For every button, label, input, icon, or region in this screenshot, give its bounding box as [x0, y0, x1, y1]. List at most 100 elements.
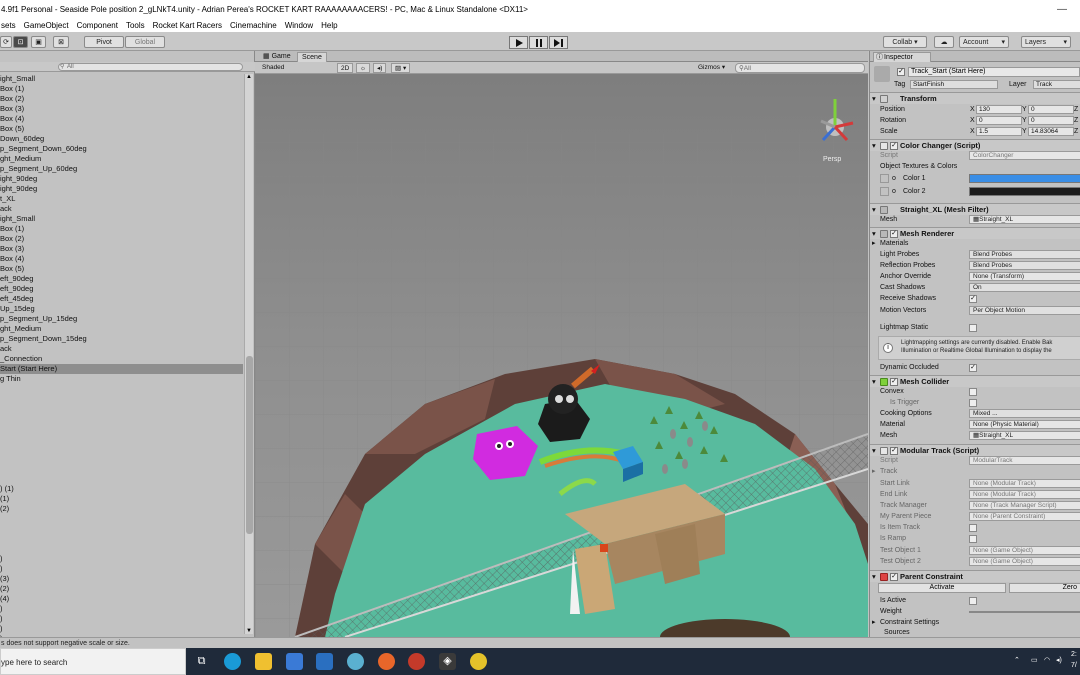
parent-constraint-enabled-checkbox[interactable]: ✓ — [890, 573, 898, 581]
transform-tool-icon[interactable]: ⊠ — [53, 36, 69, 48]
position-x-field[interactable]: 130 — [976, 105, 1022, 114]
hierarchy-item[interactable]: eft_45deg — [0, 294, 243, 304]
menu-cinemachine[interactable]: Cinemachine — [226, 21, 281, 30]
task-view-icon[interactable]: ⧉ — [193, 653, 210, 670]
weight-slider[interactable] — [969, 611, 1080, 613]
effects-toggle-icon[interactable]: ▨ ▾ — [391, 63, 411, 73]
is-active-checkbox[interactable] — [969, 597, 977, 605]
rotate-tool-icon[interactable]: ⟳ — [0, 36, 12, 48]
start-link-field[interactable]: None (Modular Track) — [969, 479, 1080, 488]
active-checkbox[interactable]: ✓ — [897, 68, 905, 76]
hierarchy-item[interactable]: eft_90deg — [0, 284, 243, 294]
scale-tool-icon[interactable]: ⊡ — [13, 36, 28, 48]
layers-dropdown[interactable]: Layers ▾ — [1021, 36, 1071, 48]
persp-label[interactable]: Persp — [823, 156, 841, 163]
chrome-icon[interactable] — [470, 653, 487, 670]
motion-vectors-dropdown[interactable]: Per Object Motion — [969, 306, 1080, 315]
hierarchy-item[interactable]: p_Segment_Down_15deg — [0, 334, 243, 344]
menu-component[interactable]: Component — [73, 21, 122, 30]
account-dropdown[interactable]: Account ▾ — [959, 36, 1009, 48]
color1-swatch[interactable] — [969, 174, 1080, 183]
hierarchy-item[interactable]: ) — [0, 604, 243, 614]
scene-viewport[interactable]: Persp — [255, 74, 868, 637]
transform-header[interactable]: ▾ Transform — [870, 92, 1080, 104]
hierarchy-item[interactable]: ight_Small — [0, 214, 243, 224]
hierarchy-item[interactable]: p_Segment_Up_60deg — [0, 164, 243, 174]
step-button[interactable] — [549, 36, 568, 49]
is-ramp-checkbox[interactable] — [969, 535, 977, 543]
menu-window[interactable]: Window — [281, 21, 317, 30]
wifi-icon[interactable]: ◠ — [1044, 656, 1050, 664]
lightmap-static-checkbox[interactable] — [969, 324, 977, 332]
hierarchy-item[interactable]: (3) — [0, 574, 243, 584]
menu-gameobject[interactable]: GameObject — [20, 21, 73, 30]
hierarchy-item[interactable]: Start (Start Here) — [0, 364, 243, 374]
light-probes-dropdown[interactable]: Blend Probes — [969, 250, 1080, 259]
hierarchy-item[interactable]: Down_60deg — [0, 134, 243, 144]
hierarchy-item[interactable] — [0, 434, 243, 444]
tab-inspector[interactable]: ⓘ Inspector — [873, 52, 931, 62]
zero-button[interactable]: Zero — [1009, 583, 1080, 593]
cloud-icon[interactable]: ☁ — [934, 36, 954, 48]
file-explorer-icon[interactable] — [255, 653, 272, 670]
store-icon[interactable] — [286, 653, 303, 670]
global-toggle[interactable]: Global — [125, 36, 165, 48]
collab-dropdown[interactable]: Collab ▾ — [883, 36, 927, 48]
cooking-options-dropdown[interactable]: Mixed ... — [969, 409, 1080, 418]
hierarchy-item[interactable]: eft_90deg — [0, 274, 243, 284]
activate-button[interactable]: Activate — [878, 583, 1006, 593]
hierarchy-item[interactable]: Box (1) — [0, 84, 243, 94]
color2-swatch[interactable] — [969, 187, 1080, 196]
hierarchy-item[interactable] — [0, 444, 243, 454]
hierarchy-item[interactable] — [0, 544, 243, 554]
scale-x-field[interactable]: 1.5 — [976, 127, 1022, 136]
hierarchy-item[interactable]: g Thin — [0, 374, 243, 384]
clock-date[interactable]: 7/ — [1071, 662, 1077, 669]
test-object-1-field[interactable]: None (Game Object) — [969, 546, 1080, 555]
hierarchy-item[interactable]: ght_Medium — [0, 324, 243, 334]
gizmos-dropdown[interactable]: Gizmos ▾ — [695, 63, 728, 73]
layer-dropdown[interactable]: Track — [1033, 80, 1080, 89]
scale-y-field[interactable]: 14.83064 — [1028, 127, 1074, 136]
track-row[interactable]: ▸ Track — [870, 466, 1080, 477]
hierarchy-search-input[interactable]: ⚲ All — [58, 63, 243, 71]
hierarchy-item[interactable]: Box (1) — [0, 224, 243, 234]
track-manager-field[interactable]: None (Track Manager Script) — [969, 501, 1080, 510]
audio-toggle-icon[interactable]: ◂) — [373, 63, 387, 73]
color-changer-enabled-checkbox[interactable]: ✓ — [890, 142, 898, 150]
hierarchy-item[interactable] — [0, 424, 243, 434]
parent-piece-field[interactable]: None (Parent Constraint) — [969, 512, 1080, 521]
hierarchy-item[interactable] — [0, 404, 243, 414]
minimize-button[interactable]: — — [1044, 0, 1080, 19]
hierarchy-item[interactable] — [0, 534, 243, 544]
hierarchy-item[interactable]: p_Segment_Up_15deg — [0, 314, 243, 324]
tray-chevron-icon[interactable]: ⌃ — [1014, 656, 1020, 664]
hierarchy-scroll-thumb[interactable] — [246, 356, 253, 534]
scroll-down-icon[interactable]: ▼ — [246, 628, 252, 634]
mesh-filter-mesh-field[interactable]: ▦Straight_XL — [969, 215, 1080, 224]
hierarchy-item[interactable]: (4) — [0, 594, 243, 604]
reflection-probes-dropdown[interactable]: Blend Probes — [969, 261, 1080, 270]
menu-rocket-kart-racers[interactable]: Rocket Kart Racers — [149, 21, 226, 30]
hierarchy-item[interactable] — [0, 514, 243, 524]
color2-toggle[interactable] — [880, 187, 889, 196]
receive-shadows-checkbox[interactable]: ✓ — [969, 295, 977, 303]
cast-shadows-dropdown[interactable]: On — [969, 283, 1080, 292]
modular-track-enabled-checkbox[interactable]: ✓ — [890, 447, 898, 455]
dynamic-occluded-checkbox[interactable]: ✓ — [969, 364, 977, 372]
mesh-collider-enabled-checkbox[interactable]: ✓ — [890, 378, 898, 386]
hierarchy-item[interactable]: _Connection — [0, 354, 243, 364]
pause-button[interactable] — [529, 36, 548, 49]
materials-row[interactable]: ▸ Materials — [870, 238, 1080, 249]
clock-time[interactable]: 2: — [1071, 651, 1077, 658]
camera-app-icon[interactable] — [347, 653, 364, 670]
hierarchy-item[interactable] — [0, 474, 243, 484]
opera-icon[interactable] — [408, 653, 425, 670]
convex-checkbox[interactable] — [969, 388, 977, 396]
firefox-icon[interactable] — [378, 653, 395, 670]
end-link-field[interactable]: None (Modular Track) — [969, 490, 1080, 499]
hierarchy-item[interactable]: ) (1) — [0, 484, 243, 494]
tag-dropdown[interactable]: StartFinish — [910, 80, 998, 89]
scene-search-input[interactable]: ⚲All — [735, 63, 865, 73]
volume-icon[interactable]: ◂) — [1056, 656, 1062, 664]
